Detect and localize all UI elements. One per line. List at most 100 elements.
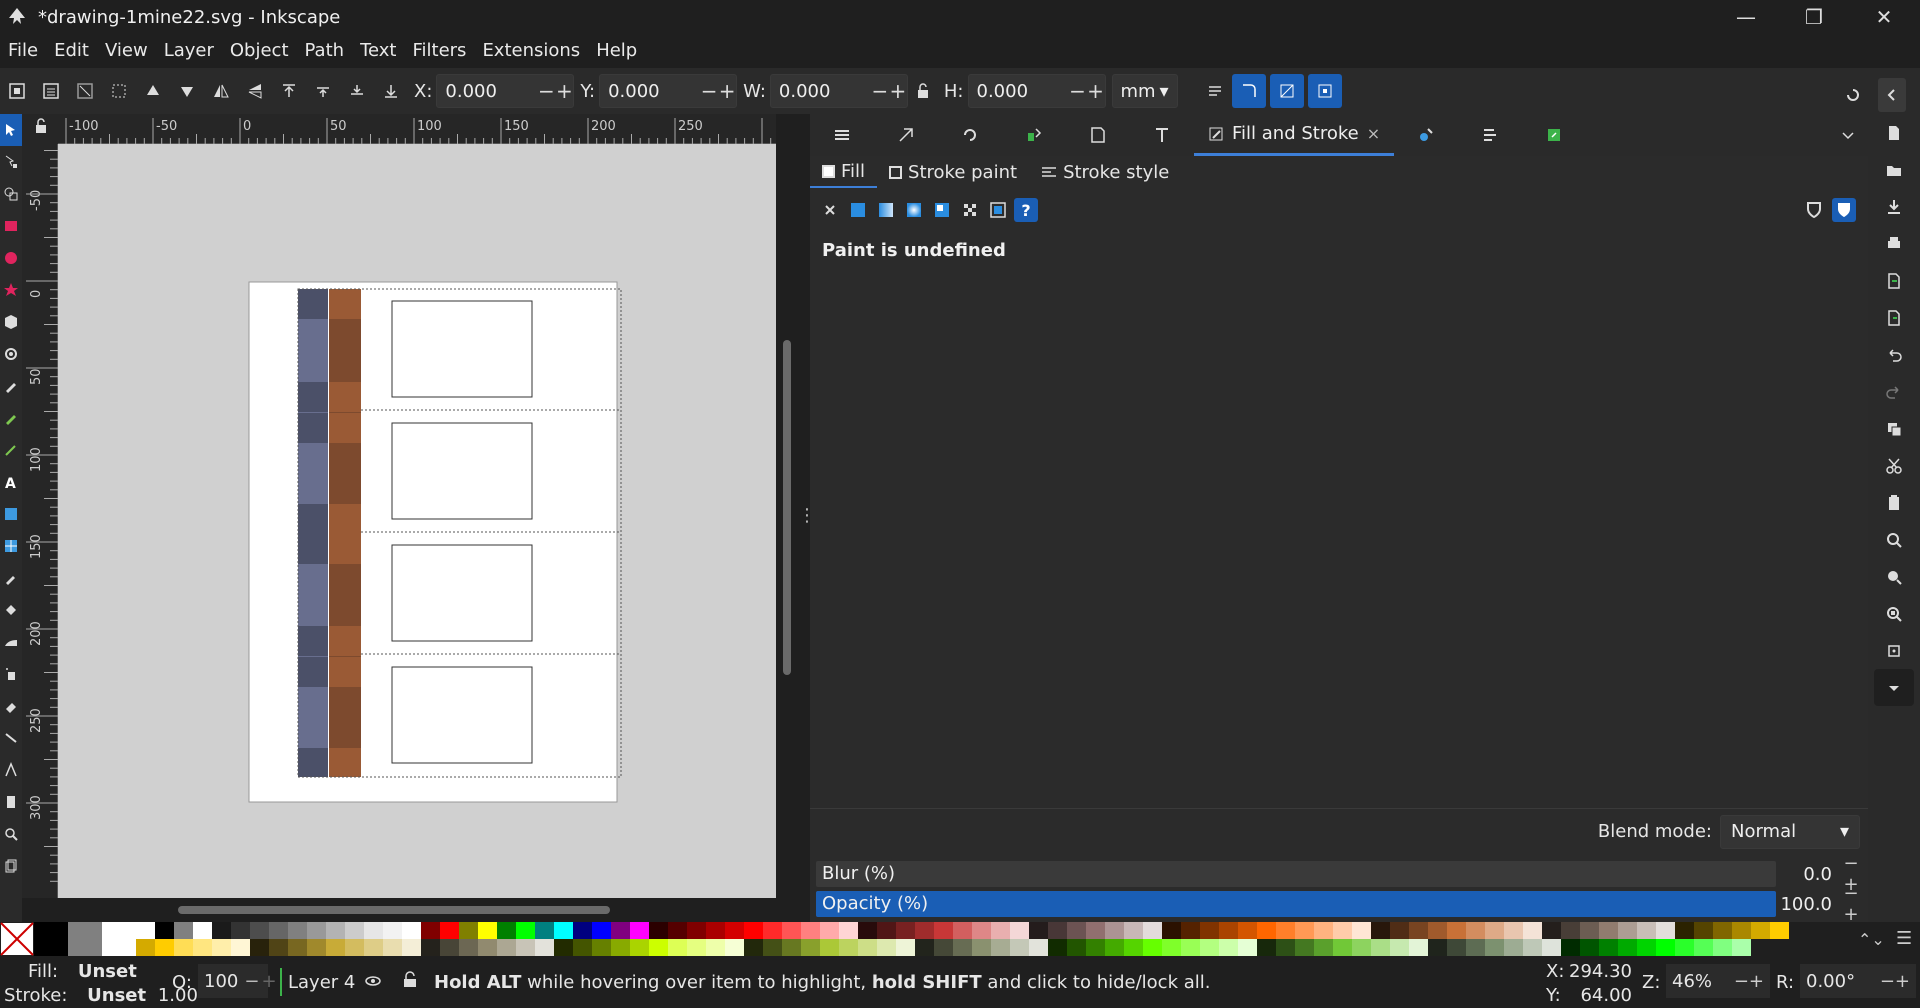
spiral-tool[interactable] [0,338,22,370]
palette-swatch[interactable] [1181,922,1200,939]
unset-paint-button[interactable]: ? [1014,198,1038,222]
lower-button[interactable] [340,74,374,108]
palette-swatch[interactable] [991,939,1010,956]
palette-scroll-icon[interactable]: ⌃⌄ [1858,930,1885,949]
h-decrement-button[interactable]: − [1069,79,1087,103]
touch-select-button[interactable] [102,74,136,108]
rotate-ccw-button[interactable] [136,74,170,108]
menu-layer[interactable]: Layer [156,34,222,68]
white-swatch[interactable] [102,922,136,956]
frame-box-3[interactable] [391,544,533,642]
black-swatch[interactable] [34,922,68,956]
palette-swatch[interactable] [1751,922,1770,939]
palette-swatch[interactable] [1333,922,1352,939]
rotation-spin[interactable]: 0.00° −+ [1800,964,1916,998]
palette-swatch[interactable] [687,939,706,956]
gradient-tool[interactable] [0,498,22,530]
palette-swatch[interactable] [250,922,269,939]
palette-swatch[interactable] [174,939,193,956]
paste-button[interactable] [1868,484,1920,521]
dock-tabs-menu-button[interactable] [1828,114,1868,156]
palette-swatch[interactable] [649,939,668,956]
palette-swatch[interactable] [1295,922,1314,939]
palette-swatch[interactable] [630,922,649,939]
palette-swatch[interactable] [1295,939,1314,956]
transform-gradients-button[interactable] [1269,74,1304,108]
fill-rule-nonzero-button[interactable] [1832,198,1856,222]
stroke-value[interactable]: Unset [87,985,146,1006]
palette-swatch[interactable] [402,939,421,956]
frame-box-4[interactable] [391,666,533,764]
palette-swatch[interactable] [1371,922,1390,939]
paint-bucket-tool[interactable] [0,594,22,626]
palette-swatch[interactable] [1732,922,1751,939]
palette-swatch[interactable] [1466,939,1485,956]
palette-swatch[interactable] [991,922,1010,939]
palette-swatch[interactable] [383,939,402,956]
palette-swatch[interactable] [345,939,364,956]
palette-swatch[interactable] [231,939,250,956]
palette-swatch[interactable] [953,939,972,956]
tab-fill[interactable]: Fill [810,156,878,188]
palette-swatch[interactable] [1542,922,1561,939]
snap-toggle-button[interactable] [1836,78,1870,112]
palette-swatch[interactable] [782,939,801,956]
x-decrement-button[interactable]: − [537,79,555,103]
opacity-stepper-buttons[interactable]: − + [1836,883,1866,925]
unit-select[interactable]: mm ▾ [1111,74,1178,108]
spray-tool[interactable] [0,658,22,690]
palette-swatch[interactable] [801,939,820,956]
ellipse-tool[interactable] [0,242,22,274]
palette-swatch[interactable] [1238,939,1257,956]
palette-swatch[interactable] [1010,922,1029,939]
w-decrement-button[interactable]: − [871,79,889,103]
y-input[interactable] [600,80,701,102]
current-layer[interactable]: Layer 4 [288,972,355,993]
w-input[interactable] [770,80,871,102]
menu-text[interactable]: Text [352,34,404,68]
palette-swatch[interactable] [1029,922,1048,939]
palette-swatch[interactable] [497,939,516,956]
no-color-swatch[interactable] [0,922,34,956]
lock-guides-icon[interactable] [22,114,58,144]
palette-swatch[interactable] [1067,922,1086,939]
palette-swatch[interactable] [1390,939,1409,956]
palette-swatch[interactable] [725,922,744,939]
palette-swatch[interactable] [1732,939,1751,956]
tab-align-distribute[interactable] [1458,114,1522,156]
palette-swatch[interactable] [782,922,801,939]
palette-swatch[interactable] [1276,922,1295,939]
palette-swatch[interactable] [193,922,212,939]
palette-swatch[interactable] [288,922,307,939]
palette-swatch[interactable] [231,922,250,939]
tab-document-properties[interactable] [1066,114,1130,156]
palette-swatch[interactable] [668,939,687,956]
palette-swatch[interactable] [630,939,649,956]
palette-swatch[interactable] [440,922,459,939]
deselect-button[interactable] [68,74,102,108]
palette-swatch[interactable] [1485,922,1504,939]
palette-swatch[interactable] [858,922,877,939]
palette-swatch[interactable] [155,939,174,956]
palette-swatch[interactable] [136,939,155,956]
palette-swatch[interactable] [1086,922,1105,939]
palette-swatch[interactable] [421,922,440,939]
palette-swatch[interactable] [801,922,820,939]
tab-export[interactable] [1522,114,1586,156]
palette-swatch[interactable] [516,939,535,956]
star-tool[interactable] [0,274,22,306]
object-opacity-spin[interactable]: 100 − + [198,964,277,998]
palette-swatch[interactable] [858,939,877,956]
3d-box-tool[interactable] [0,306,22,338]
tab-layers[interactable] [810,114,874,156]
palette-swatch[interactable] [592,922,611,939]
close-tab-icon[interactable]: × [1367,124,1380,143]
restore-button[interactable]: ❐ [1780,0,1848,34]
palette-swatch[interactable] [440,939,459,956]
raise-button[interactable] [306,74,340,108]
palette-swatch[interactable] [972,939,991,956]
mesh-gradient-button[interactable] [930,198,954,222]
palette-swatch[interactable] [668,922,687,939]
palette-swatch[interactable] [174,922,193,939]
palette-swatch[interactable] [1580,939,1599,956]
